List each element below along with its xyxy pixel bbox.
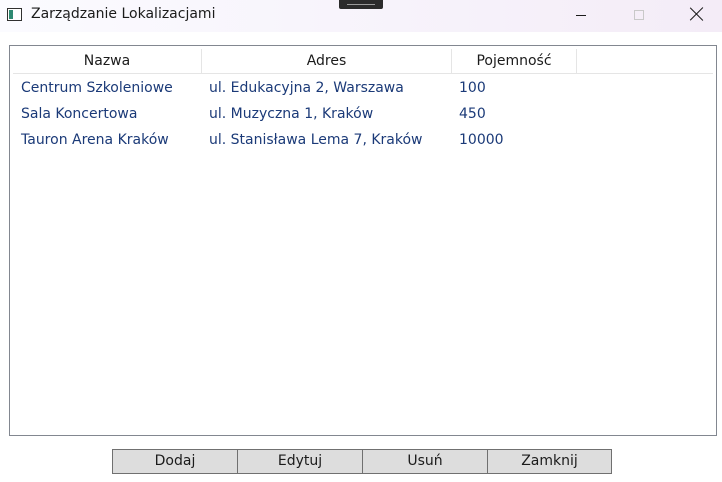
minimize-icon [576,15,586,16]
snap-layout-handle[interactable] [339,0,383,9]
cell-name: Tauron Arena Kraków [21,132,169,148]
delete-button[interactable]: Usuń [362,449,488,474]
edit-button[interactable]: Edytuj [237,449,363,474]
cell-name: Centrum Szkoleniowe [21,80,173,96]
cell-capacity: 10000 [459,132,504,148]
maximize-button [615,0,661,30]
cell-capacity: 450 [459,106,486,122]
table-row[interactable]: Sala Koncertowa ul. Muzyczna 1, Kraków 4… [13,101,713,127]
close-icon [690,7,704,21]
close-button[interactable]: Zamknij [487,449,612,474]
column-header-capacity[interactable]: Pojemność [452,49,577,73]
list-header: Nazwa Adres Pojemność [13,49,713,74]
action-buttons: Dodaj Edytuj Usuń Zamknij [112,449,612,474]
column-header-name[interactable]: Nazwa [13,49,202,73]
window-title: Zarządzanie Lokalizacjami [31,6,216,22]
column-header-filler [577,49,713,73]
cell-address: ul. Stanisława Lema 7, Kraków [209,132,423,148]
cell-name: Sala Koncertowa [21,106,138,122]
title-bar[interactable]: Zarządzanie Lokalizacjami [0,0,722,32]
app-icon [7,8,22,21]
table-row[interactable]: Centrum Szkoleniowe ul. Edukacyjna 2, Wa… [13,75,713,101]
maximize-icon [634,10,644,20]
cell-address: ul. Edukacyjna 2, Warszawa [209,80,404,96]
add-button[interactable]: Dodaj [112,449,238,474]
close-window-button[interactable] [674,0,720,30]
cell-address: ul. Muzyczna 1, Kraków [209,106,374,122]
column-header-address[interactable]: Adres [202,49,452,73]
list-rows: Centrum Szkoleniowe ul. Edukacyjna 2, Wa… [13,75,713,153]
cell-capacity: 100 [459,80,486,96]
table-row[interactable]: Tauron Arena Kraków ul. Stanisława Lema … [13,127,713,153]
minimize-button[interactable] [559,0,605,30]
locations-list[interactable]: Nazwa Adres Pojemność Centrum Szkoleniow… [9,45,717,436]
